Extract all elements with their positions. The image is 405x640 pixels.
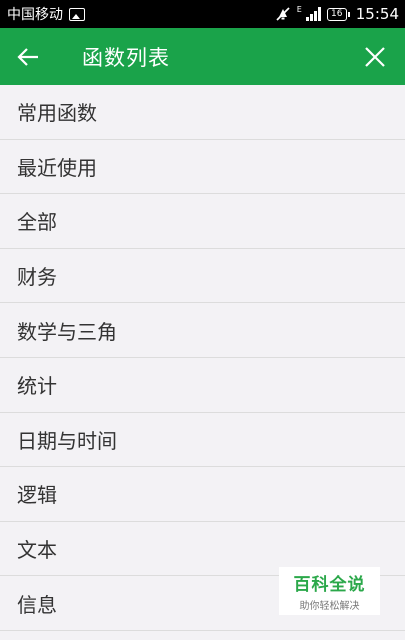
network-type-label: E [296,4,302,14]
list-item-recently-used[interactable]: 最近使用 [0,140,405,195]
image-icon [69,7,85,21]
back-arrow-icon [17,47,38,66]
function-category-list: 常用函数 最近使用 全部 财务 数学与三角 统计 日期与时间 逻辑 文本 信息 [0,85,405,631]
status-bar-right: E 16 15:54 [275,5,399,23]
list-item-math-trig[interactable]: 数学与三角 [0,303,405,358]
watermark-logo: 百科全说 助你轻松解决 [279,567,380,615]
status-bar: 中国移动 E 16 15:54 [0,0,405,28]
watermark-title: 百科全说 [293,575,366,595]
list-item-logical[interactable]: 逻辑 [0,467,405,522]
carrier-label: 中国移动 [7,7,63,23]
page-title: 函数列表 [82,45,170,70]
status-bar-left: 中国移动 [7,4,85,24]
list-item-financial[interactable]: 财务 [0,249,405,304]
close-icon [365,46,385,67]
list-item-common-functions[interactable]: 常用函数 [0,85,405,140]
signal-icon [305,7,321,21]
close-button[interactable] [345,28,405,85]
status-time: 15:54 [355,5,399,23]
list-item-statistical[interactable]: 统计 [0,358,405,413]
battery-icon: 16 [326,7,350,21]
list-item-all[interactable]: 全部 [0,194,405,249]
list-item-date-time[interactable]: 日期与时间 [0,413,405,468]
app-bar: 函数列表 [0,28,405,85]
mute-icon [276,7,290,21]
back-button[interactable] [0,28,56,85]
watermark-subtitle: 助你轻松解决 [299,601,360,612]
